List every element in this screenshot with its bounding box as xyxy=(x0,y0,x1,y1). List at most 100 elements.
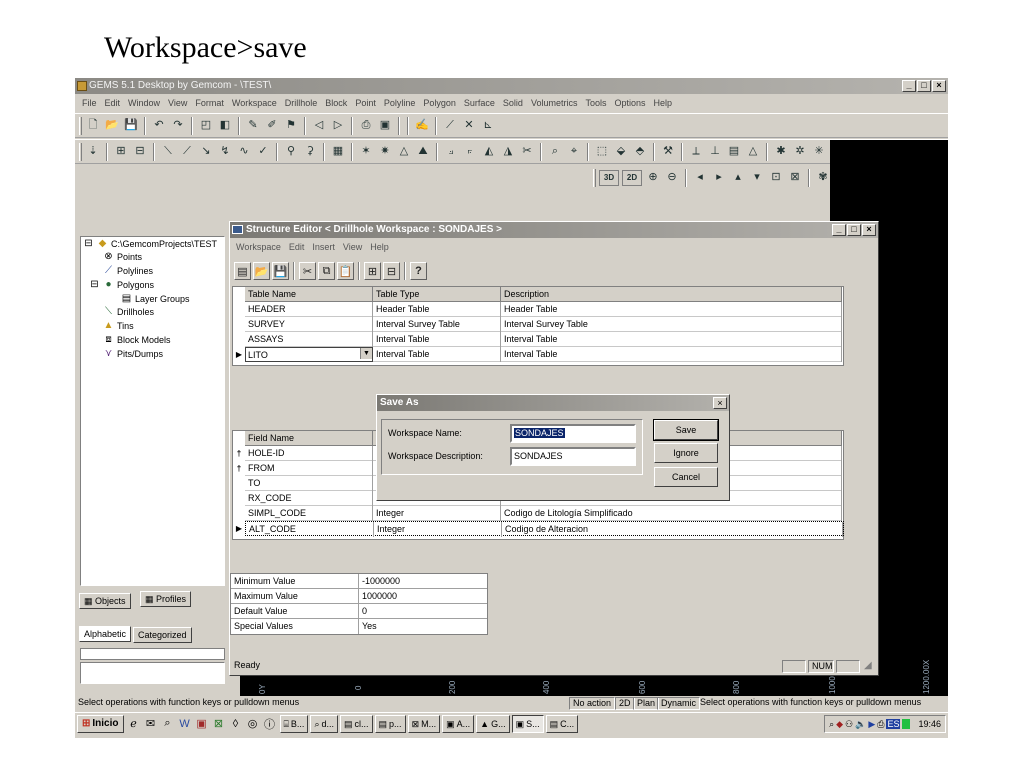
help-icon[interactable]: ? xyxy=(410,262,427,280)
tree-item-layer-groups[interactable]: ▤ Layer Groups xyxy=(121,293,190,305)
toolbar-grip[interactable] xyxy=(593,168,596,187)
ie-icon[interactable]: ℯ xyxy=(127,717,141,730)
menu-point[interactable]: Point xyxy=(351,98,380,108)
column-header-field-name[interactable]: Field Name xyxy=(245,431,373,446)
copy-icon[interactable]: ⧉ xyxy=(318,262,335,280)
brush-icon[interactable]: ✐ xyxy=(264,118,280,134)
print-icon[interactable]: ⎙ xyxy=(358,118,374,134)
menu-format[interactable]: Format xyxy=(191,98,228,108)
collapse-icon[interactable]: ⊟ xyxy=(89,280,100,290)
explorer-icon[interactable]: ⌕ xyxy=(161,717,175,730)
query-edit-icon[interactable]: ⌖ xyxy=(566,144,582,160)
table-type-cell[interactable]: Header Table xyxy=(373,302,501,317)
table-description-cell[interactable]: Interval Survey Table xyxy=(501,317,842,332)
minimize-button[interactable]: _ xyxy=(902,80,916,92)
menu-window[interactable]: Window xyxy=(124,98,164,108)
tray-network-icon[interactable]: ⚇ xyxy=(845,719,853,730)
media-icon[interactable]: ◎ xyxy=(246,717,260,730)
point-icon[interactable]: ⇣ xyxy=(85,144,101,160)
taskbar-button[interactable]: ▣ A... xyxy=(442,714,475,733)
folder-icon[interactable]: ◊ xyxy=(229,718,243,730)
table-type-cell[interactable]: Interval Survey Table xyxy=(373,317,501,332)
drill-edit-icon[interactable]: ⊥ xyxy=(707,144,723,160)
polyline-smooth-icon[interactable]: ∿ xyxy=(236,144,252,160)
table-name-cell[interactable]: SURVEY xyxy=(245,317,373,332)
select-edit-icon[interactable]: ⬙ xyxy=(613,144,629,160)
layers-icon[interactable]: ◰ xyxy=(198,118,214,134)
menu-drillhole[interactable]: Drillhole xyxy=(281,98,322,108)
menu-polyline[interactable]: Polyline xyxy=(380,98,420,108)
property-row[interactable]: Default Value 0 xyxy=(231,604,487,619)
tree-item-polylines[interactable]: ⟋ Polylines xyxy=(103,265,153,277)
select-clear-icon[interactable]: ⬘ xyxy=(632,144,648,160)
drill-icon[interactable]: ⟂ xyxy=(688,144,704,160)
menu-polygon[interactable]: Polygon xyxy=(419,98,460,108)
tray-shield-icon[interactable]: ◆ xyxy=(836,719,843,730)
taskbar-button[interactable]: ▤ C... xyxy=(545,714,579,733)
new-table-icon[interactable]: ▤ xyxy=(234,262,251,280)
select-icon[interactable]: ⬚ xyxy=(594,144,610,160)
tree-item-polygons[interactable]: ⊟ ● Polygons xyxy=(89,279,154,291)
star-icon[interactable]: ✶ xyxy=(358,144,374,160)
table-row[interactable]: SURVEY Interval Survey Table Interval Su… xyxy=(245,317,842,332)
taskbar-button[interactable]: ▣ S... xyxy=(511,714,544,733)
menu-options[interactable]: Options xyxy=(610,98,649,108)
collapse-icon[interactable]: ⊟ xyxy=(83,239,94,249)
tray-media-icon[interactable]: ▶ xyxy=(868,719,875,730)
triangle-left-icon[interactable]: ◁ xyxy=(311,118,327,134)
taskbar-button[interactable]: ⌸ B... xyxy=(279,714,309,733)
menu-help[interactable]: Help xyxy=(650,98,677,108)
view-3d-button[interactable]: 3D xyxy=(599,169,619,186)
label-edit-icon[interactable]: ⚳ xyxy=(302,144,318,160)
menu-workspace[interactable]: Workspace xyxy=(228,98,281,108)
query-icon[interactable]: ⌕ xyxy=(547,144,563,160)
paste-icon[interactable]: 📋 xyxy=(337,262,354,280)
menu-solid[interactable]: Solid xyxy=(499,98,527,108)
table-row-selected[interactable]: LITO ▼ Interval Table Interval Table xyxy=(245,347,842,362)
workspace-description-input[interactable]: SONDAJES xyxy=(510,447,636,466)
cube-icon[interactable]: ◧ xyxy=(217,118,233,134)
edit-icon[interactable]: ✍ xyxy=(414,118,430,134)
table-type-cell[interactable]: Interval Table xyxy=(373,347,501,362)
language-indicator[interactable]: ES xyxy=(886,719,901,729)
asterisk-icon[interactable]: ✱ xyxy=(773,144,789,160)
solid-icon[interactable]: ◭ xyxy=(481,144,497,160)
structure-editor-titlebar[interactable]: Structure Editor < Drillhole Workspace :… xyxy=(230,222,878,238)
field-name-cell[interactable]: SIMPL_CODE xyxy=(245,506,373,521)
asterisk-clear-icon[interactable]: ✳ xyxy=(811,144,827,160)
menu-file[interactable]: File xyxy=(78,98,101,108)
editor-minimize-button[interactable]: _ xyxy=(832,224,846,236)
table-type-cell[interactable]: Interval Table xyxy=(373,332,501,347)
paint-icon[interactable]: ✎ xyxy=(245,118,261,134)
label-icon[interactable]: ⚲ xyxy=(283,144,299,160)
property-row[interactable]: Special Values Yes xyxy=(231,619,487,634)
menu-view[interactable]: View xyxy=(164,98,191,108)
window-icon[interactable]: ▣ xyxy=(377,118,393,134)
property-row[interactable]: Minimum Value -1000000 xyxy=(231,574,487,589)
menu-surface[interactable]: Surface xyxy=(460,98,499,108)
editor-menu-view[interactable]: View xyxy=(339,242,366,252)
polyline-edit-icon[interactable]: ⟋ xyxy=(179,144,195,160)
field-name-cell[interactable]: RX_CODE xyxy=(245,491,373,506)
table-name-cell[interactable]: ASSAYS xyxy=(245,332,373,347)
save-icon[interactable]: 💾 xyxy=(123,118,139,134)
editor-close-button[interactable]: × xyxy=(862,224,876,236)
editor-menu-insert[interactable]: Insert xyxy=(308,242,339,252)
new-file-icon[interactable]: 🗋 xyxy=(85,118,101,134)
field-type-cell[interactable]: Integer xyxy=(373,506,501,521)
measure-icon[interactable]: ⊾ xyxy=(480,118,496,134)
tab-alphabetic[interactable]: Alphabetic xyxy=(79,626,132,642)
editor-maximize-button[interactable]: □ xyxy=(847,224,861,236)
tray-volume-icon[interactable]: 🔈 xyxy=(855,719,866,730)
block-icon[interactable]: ▤ xyxy=(726,144,742,160)
app-titlebar[interactable]: GEMS 5.1 Desktop by Gemcom - \TEST\ _ □ … xyxy=(75,78,948,94)
view-2d-button[interactable]: 2D xyxy=(622,169,642,186)
wire-edit-icon[interactable]: ⟔ xyxy=(462,144,478,160)
toolbar-grip[interactable] xyxy=(79,116,82,135)
tree-root[interactable]: ⊟ ◆ C:\GemcomProjects\TEST xyxy=(83,238,217,250)
taskbar-button[interactable]: ⊠ M... xyxy=(407,714,441,733)
pan-left-icon[interactable]: ◂ xyxy=(692,170,708,186)
property-row[interactable]: Maximum Value 1000000 xyxy=(231,589,487,604)
tree-item-drillholes[interactable]: ⟍ Drillholes xyxy=(103,306,154,318)
column-header-description[interactable]: Description xyxy=(501,287,842,302)
